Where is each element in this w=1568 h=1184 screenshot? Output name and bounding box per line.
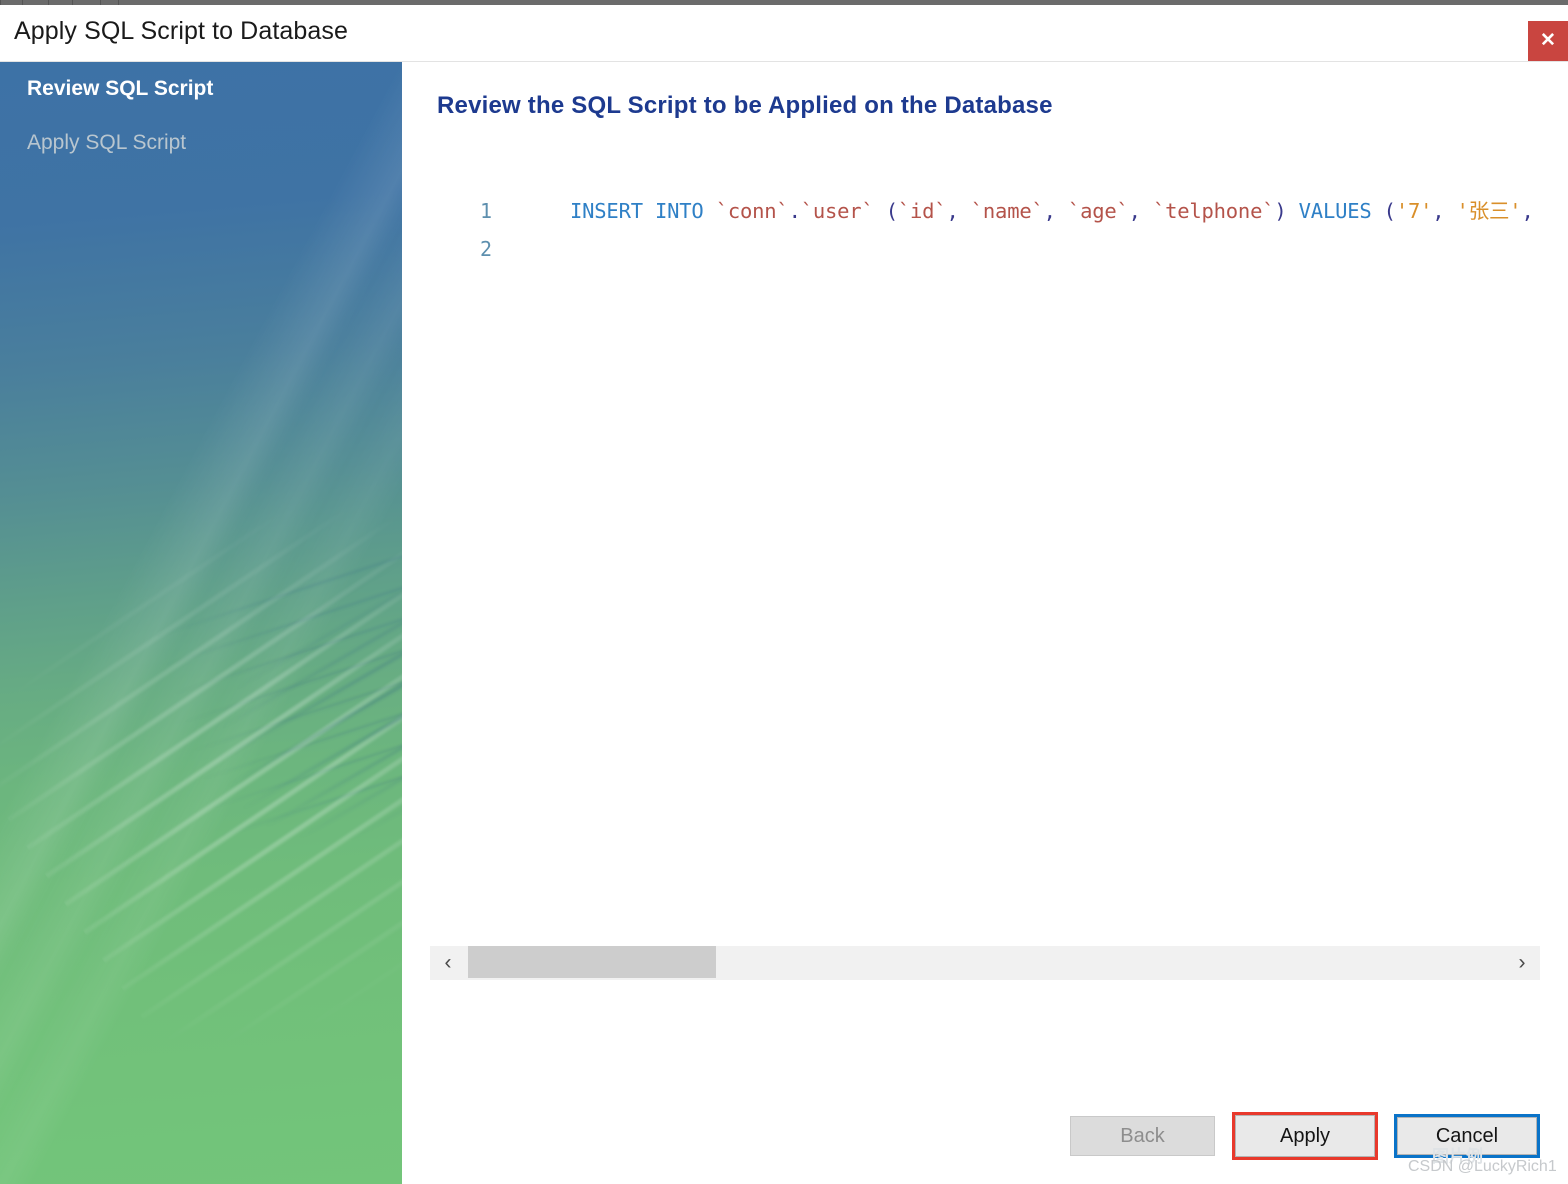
scroll-left-icon[interactable]: ‹ <box>430 946 466 980</box>
code-line: 2 <box>430 230 1568 268</box>
close-button[interactable]: ✕ <box>1528 21 1568 61</box>
line-number: 2 <box>479 237 492 261</box>
sql-line-1: INSERT INTO `conn`.`user` (`id`, `name`,… <box>570 199 1534 223</box>
page-title: Review the SQL Script to be Applied on t… <box>437 92 1053 119</box>
sql-script-viewer[interactable]: 1 INSERT INTO `conn`.`user` (`id`, `name… <box>430 192 1568 942</box>
scroll-right-icon[interactable]: › <box>1504 946 1540 980</box>
close-icon: ✕ <box>1540 30 1556 51</box>
sidebar-step-review-sql-script[interactable]: Review SQL Script <box>27 77 213 101</box>
scrollbar-thumb[interactable] <box>468 946 716 978</box>
code-line: 1 INSERT INTO `conn`.`user` (`id`, `name… <box>430 192 1568 230</box>
apply-button-highlight: Apply <box>1232 1112 1378 1160</box>
apply-button[interactable]: Apply <box>1235 1115 1375 1157</box>
line-number: 1 <box>479 199 492 223</box>
watermark: CSDN @LuckyRich1 <box>1408 1158 1557 1175</box>
back-button[interactable]: Back <box>1070 1116 1215 1156</box>
dialog-titlebar: Apply SQL Script to Database ✕ <box>0 5 1568 62</box>
dialog-title: Apply SQL Script to Database <box>14 17 348 45</box>
horizontal-scrollbar[interactable]: ‹ › <box>430 946 1540 980</box>
sidebar-step-apply-sql-script[interactable]: Apply SQL Script <box>27 131 186 155</box>
content-pane: Review the SQL Script to be Applied on t… <box>402 62 1568 1184</box>
wizard-sidebar: Review SQL Script Apply SQL Script <box>0 62 402 1184</box>
